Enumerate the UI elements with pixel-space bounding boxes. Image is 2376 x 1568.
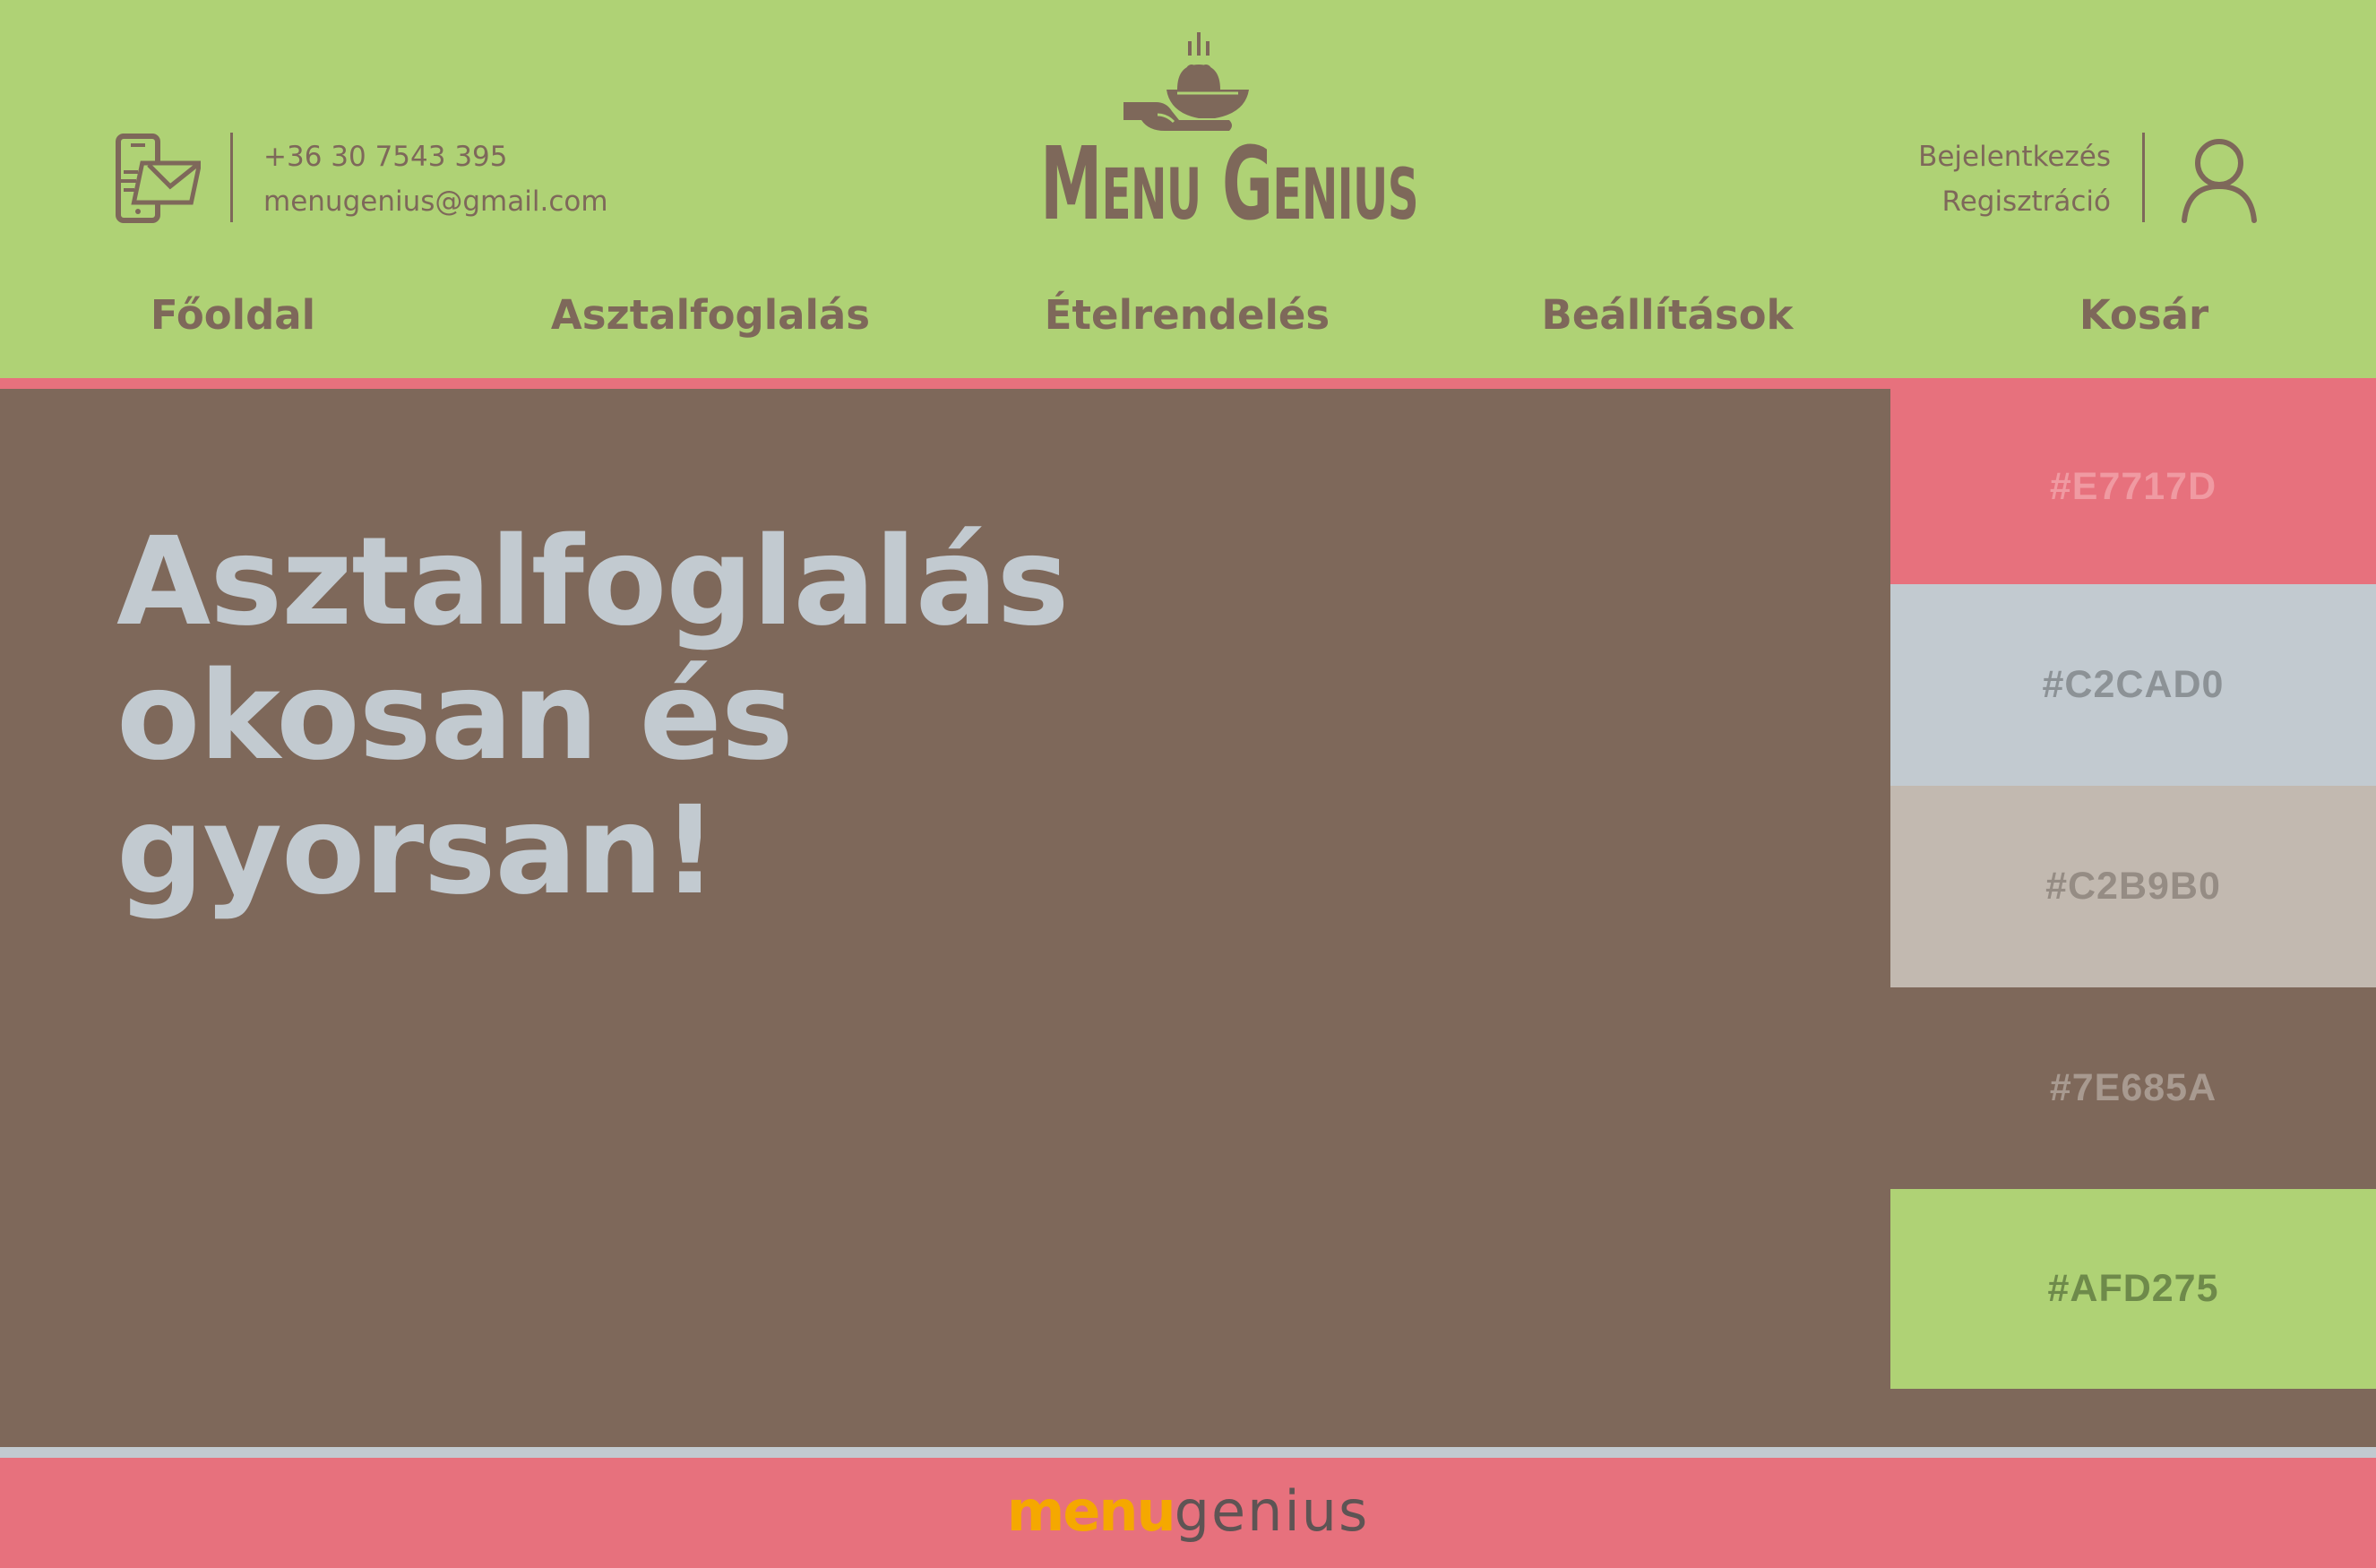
register-link[interactable]: Regisztráció bbox=[1942, 184, 2111, 220]
footer-accent-bar bbox=[0, 1447, 2376, 1458]
contact-phone[interactable]: +36 30 7543 395 bbox=[263, 139, 508, 175]
nav-item-table-booking[interactable]: Asztalfoglalás bbox=[551, 289, 870, 342]
footer-logo[interactable]: menugenius bbox=[0, 1480, 2376, 1543]
nav-item-cart[interactable]: Kosár bbox=[2079, 289, 2208, 342]
hero-title-line: gyorsan! bbox=[116, 780, 718, 922]
nav-item-food-order[interactable]: Ételrendelés bbox=[1045, 289, 1330, 342]
color-swatch: #C2CAD0 bbox=[1890, 584, 2376, 786]
color-swatch: #7E685A bbox=[1890, 987, 2376, 1189]
color-swatch: #E7717D bbox=[1890, 389, 2376, 584]
hero-title: Asztalfoglalás okosan és gyorsan! bbox=[116, 512, 1069, 922]
footer-logo-genius: genius bbox=[1174, 1478, 1370, 1544]
auth-divider bbox=[2142, 133, 2145, 222]
nav-item-home[interactable]: Főoldal bbox=[151, 289, 315, 342]
nav-item-settings[interactable]: Beállítások bbox=[1542, 289, 1794, 342]
hero-title-line: okosan és bbox=[116, 646, 794, 788]
hero-title-line: Asztalfoglalás bbox=[116, 512, 1069, 653]
phone-mail-icon bbox=[115, 133, 202, 226]
footer-logo-menu: menu bbox=[1006, 1478, 1176, 1544]
login-link[interactable]: Bejelentkezés bbox=[1918, 139, 2111, 175]
site-logo-text[interactable]: Menu Genius bbox=[1040, 134, 1418, 235]
contact-email[interactable]: menugenius@gmail.com bbox=[263, 184, 608, 220]
user-icon[interactable] bbox=[2179, 134, 2260, 224]
header-accent-bar bbox=[0, 378, 2376, 389]
color-swatch: #C2B9B0 bbox=[1890, 786, 2376, 987]
contact-divider bbox=[230, 133, 233, 222]
color-swatch: #AFD275 bbox=[1890, 1189, 2376, 1389]
